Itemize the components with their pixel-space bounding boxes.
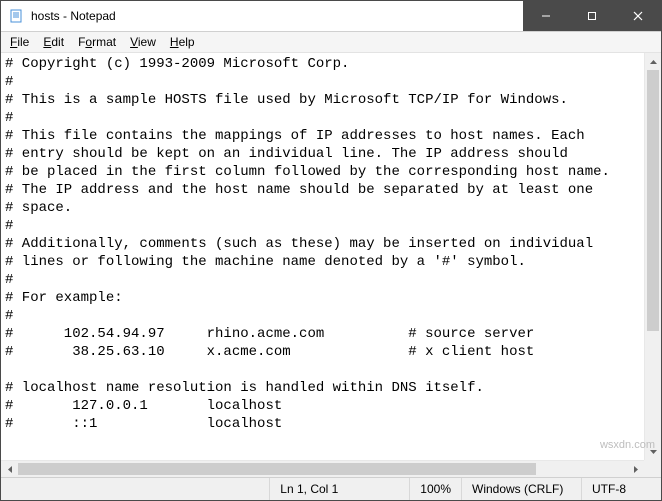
status-position: Ln 1, Col 1 [269,478,409,500]
vertical-scroll-track[interactable] [645,70,661,443]
menu-help[interactable]: Help [163,33,202,51]
status-spacer [1,478,269,500]
text-editor[interactable]: # Copyright (c) 1993-2009 Microsoft Corp… [1,53,644,460]
scroll-left-button[interactable] [1,461,18,477]
menubar: File Edit Format View Help [1,32,661,53]
scroll-down-button[interactable] [645,443,661,460]
horizontal-scrollbar[interactable] [1,460,644,477]
vertical-scrollbar[interactable] [644,53,661,460]
close-button[interactable] [615,1,661,31]
menu-file[interactable]: File [3,33,36,51]
horizontal-scroll-track[interactable] [18,461,627,477]
editor-area: # Copyright (c) 1993-2009 Microsoft Corp… [1,53,661,477]
scroll-up-button[interactable] [645,53,661,70]
app-icon [9,8,25,24]
maximize-button[interactable] [569,1,615,31]
minimize-button[interactable] [523,1,569,31]
window-title: hosts - Notepad [31,9,523,23]
scroll-right-button[interactable] [627,461,644,477]
horizontal-scroll-thumb[interactable] [18,463,536,475]
titlebar[interactable]: hosts - Notepad [1,1,661,32]
menu-edit[interactable]: Edit [36,33,71,51]
statusbar: Ln 1, Col 1 100% Windows (CRLF) UTF-8 [1,477,661,500]
status-zoom: 100% [409,478,461,500]
menu-format[interactable]: Format [71,33,123,51]
status-encoding: UTF-8 [581,478,661,500]
status-line-ending: Windows (CRLF) [461,478,581,500]
menu-view[interactable]: View [123,33,163,51]
scrollbar-corner [644,460,661,477]
window-controls [523,1,661,31]
notepad-window: hosts - Notepad File Edit Format View He… [0,0,662,501]
vertical-scroll-thumb[interactable] [647,70,659,331]
